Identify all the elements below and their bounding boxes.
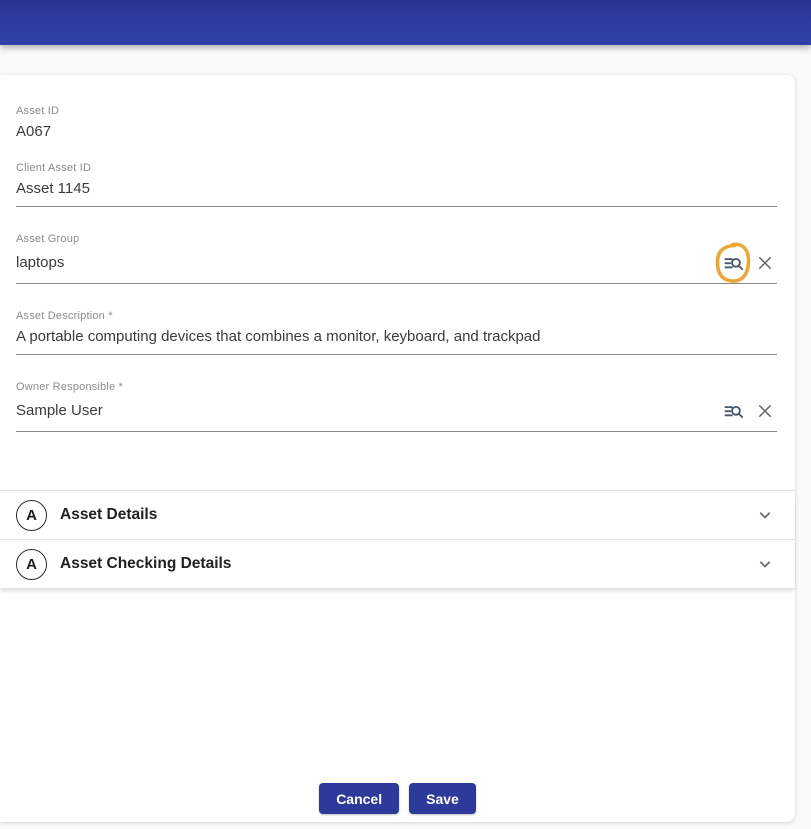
client-asset-id-input[interactable]: Asset 1145 <box>16 180 777 198</box>
field-asset-group: Asset Group laptops <box>16 233 777 284</box>
owner-responsible-lookup-button[interactable] <box>721 399 745 423</box>
owner-responsible-clear-button[interactable] <box>753 399 777 423</box>
asset-description-input[interactable]: A portable computing devices that combin… <box>16 328 777 346</box>
clear-x-icon <box>759 257 771 269</box>
field-owner-responsible: Owner Responsible * Sample User <box>16 381 777 432</box>
owner-responsible-input[interactable]: Sample User <box>16 402 721 420</box>
chevron-down-icon <box>759 561 771 568</box>
save-button[interactable]: Save <box>409 783 476 814</box>
field-client-asset-id: Client Asset ID Asset 1145 <box>16 162 777 207</box>
section-asset-checking-details[interactable]: A Asset Checking Details <box>0 540 795 589</box>
asset-group-label: Asset Group <box>16 233 80 245</box>
app-header-bar <box>0 0 811 45</box>
circle-a-icon: A <box>16 499 47 531</box>
form-actions: Cancel Save <box>0 779 795 822</box>
cancel-button[interactable]: Cancel <box>319 783 400 814</box>
manage-search-icon <box>724 405 743 418</box>
chevron-down-icon <box>759 512 771 519</box>
client-asset-id-label: Client Asset ID <box>16 162 92 174</box>
asset-description-label: Asset Description * <box>16 310 113 322</box>
asset-group-clear-button[interactable] <box>753 251 777 275</box>
section-asset-checking-details-title: Asset Checking Details <box>60 555 232 572</box>
manage-search-icon <box>724 257 743 270</box>
owner-responsible-label: Owner Responsible * <box>16 381 124 393</box>
asset-form-card: Asset ID A067 Client Asset ID Asset 1145… <box>0 75 795 822</box>
field-asset-description: Asset Description * A portable computing… <box>16 310 777 355</box>
accordion-panels: A Asset Details A Asset Checking Details <box>0 490 795 589</box>
asset-id-value: A067 <box>16 123 52 140</box>
asset-group-input[interactable]: laptops <box>16 254 721 272</box>
field-asset-id: Asset ID A067 <box>16 105 777 141</box>
asset-group-lookup-button[interactable] <box>721 251 745 275</box>
circle-a-icon: A <box>16 548 47 580</box>
clear-x-icon <box>759 405 771 417</box>
section-asset-details-title: Asset Details <box>60 506 158 523</box>
asset-id-label: Asset ID <box>16 105 60 117</box>
section-asset-details[interactable]: A Asset Details <box>0 491 795 540</box>
form-fields: Asset ID A067 Client Asset ID Asset 1145… <box>0 75 795 458</box>
